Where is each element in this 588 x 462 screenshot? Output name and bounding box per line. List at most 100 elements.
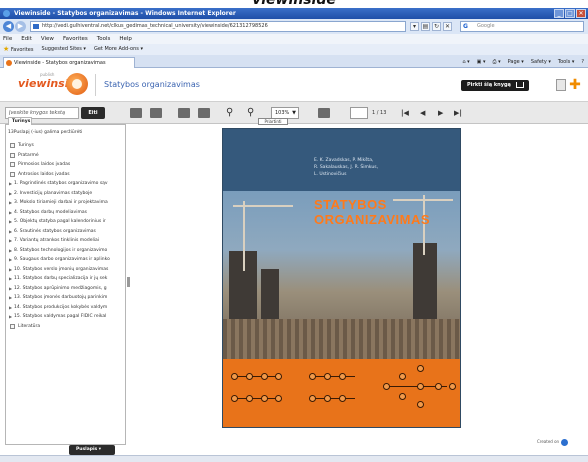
toc-item[interactable]: ▶ 3. Mokslo tiriamieji darbai ir projekta… bbox=[6, 198, 127, 208]
toc-item[interactable]: ▶ 13. Statybos įmonės darbuotojų parinkim bbox=[6, 293, 127, 303]
toc-item-label: 12. Statybos aprūpinimo medžiagomis, g bbox=[14, 285, 107, 291]
tab-contents[interactable]: Turinys bbox=[8, 117, 32, 125]
forward-button[interactable]: ▶ bbox=[15, 21, 26, 32]
zoom-out-icon[interactable]: ⚲ bbox=[247, 106, 254, 120]
feeds-icon[interactable]: ▣ ▾ bbox=[477, 57, 486, 67]
address-bar[interactable]: http://vedi.gulhiventral.net/clkus_gedim… bbox=[30, 21, 406, 32]
expand-arrow-icon: ▶ bbox=[9, 304, 13, 310]
toc-item[interactable]: ▶ 1. Pagrindinės statybos organizavimo są… bbox=[6, 179, 127, 189]
prev-page-icon[interactable]: ◀ bbox=[420, 108, 425, 118]
buy-book-button[interactable]: Pirkti šią knygą bbox=[461, 80, 529, 91]
close-button[interactable]: ✕ bbox=[576, 9, 586, 18]
browser-search-input[interactable]: G Google bbox=[460, 21, 584, 32]
created-on-badge[interactable]: Created on bbox=[537, 438, 569, 446]
search-go-button[interactable]: Eiti bbox=[81, 107, 105, 119]
diagram-edge bbox=[311, 376, 355, 377]
diagram-node bbox=[231, 373, 238, 380]
book-title-line: STATYBOS bbox=[314, 197, 387, 212]
diagram-edge bbox=[233, 376, 277, 377]
toc-item[interactable]: ▶ 9. Saugaus darbo organizavimas ir aplin… bbox=[6, 255, 127, 265]
ie-icon bbox=[3, 10, 10, 17]
toc-item[interactable]: Literatūra bbox=[6, 322, 127, 332]
addons-link[interactable]: Get More Add-ons ▾ bbox=[94, 44, 143, 55]
fit-width-icon[interactable] bbox=[198, 108, 210, 118]
help-icon[interactable]: ? bbox=[581, 57, 584, 67]
toc-item[interactable]: ▶ 10. Statybos verslo įmonių organizavima… bbox=[6, 265, 127, 275]
toc-item[interactable]: ▶ 6. Srautinės statybos organizavimas bbox=[6, 227, 127, 237]
toc-item-label: Antrosios laidos įvadas bbox=[18, 171, 70, 177]
menu-view[interactable]: View bbox=[41, 34, 54, 44]
toc-item[interactable]: ▶ 2. Investicijų planavimas statyboje bbox=[6, 189, 127, 199]
window-title: Viewinside - Statybos organizavimas - Wi… bbox=[14, 10, 236, 17]
menu-edit[interactable]: Edit bbox=[21, 34, 32, 44]
double-page-icon[interactable] bbox=[150, 108, 162, 118]
expand-arrow-icon: ▶ bbox=[9, 209, 13, 215]
bookmark-icon[interactable] bbox=[556, 79, 566, 91]
toc-item[interactable]: ▶ 7. Variantų atrankos tinklinis modeliai bbox=[6, 236, 127, 246]
cart-icon bbox=[516, 82, 524, 88]
rebar-ground bbox=[223, 319, 460, 359]
thumbnails-icon[interactable] bbox=[318, 108, 330, 118]
expand-arrow-icon: ▶ bbox=[9, 314, 13, 319]
diagram-node bbox=[417, 383, 424, 390]
toc-item[interactable]: Turinys bbox=[6, 141, 127, 151]
menu-favorites[interactable]: Favorites bbox=[63, 34, 88, 44]
toc-item[interactable]: ▶ 4. Statybos darbų modeliavimas bbox=[6, 208, 127, 218]
expand-arrow-icon: ▶ bbox=[9, 247, 13, 253]
add-icon[interactable]: ✚ bbox=[568, 78, 582, 92]
command-bar: ⌂ ▾ ▣ ▾ ⎙ ▾ Page ▾ Safety ▾ Tools ▾ ? bbox=[462, 57, 584, 67]
compat-icon[interactable]: ▤ bbox=[421, 22, 430, 31]
toc-item[interactable]: ▶ 12. Statybos aprūpinimo medžiagomis, g bbox=[6, 284, 127, 294]
diagram-node bbox=[261, 395, 268, 402]
toc-item[interactable]: ▶ 8. Statybos technologijos ir organizavi… bbox=[6, 246, 127, 256]
dropdown-icon[interactable]: ▾ bbox=[410, 22, 419, 31]
page-number-input[interactable] bbox=[350, 107, 368, 119]
diagram-edge bbox=[233, 398, 277, 399]
page-menu[interactable]: Page ▾ bbox=[508, 57, 524, 67]
toc-item-label: 15. Statybos valdymas pagal FIDIC reikal bbox=[14, 314, 107, 319]
menu-file[interactable]: File bbox=[3, 34, 12, 44]
toc-item[interactable]: ▶ 15. Statybos valdymas pagal FIDIC reika… bbox=[6, 312, 127, 322]
sidebar-collapse-handle[interactable] bbox=[127, 277, 130, 287]
print-icon[interactable]: ⎙ ▾ bbox=[493, 57, 501, 67]
last-page-icon[interactable]: ▶| bbox=[454, 108, 462, 118]
author-line: E. K. Zavadskas, P. Mikšta, bbox=[314, 158, 374, 163]
browser-search-placeholder: Google bbox=[477, 23, 495, 29]
window-title-bar: Viewinside - Statybos organizavimas - Wi… bbox=[0, 8, 588, 19]
toc-item[interactable]: Pirmosios laidos įvadas bbox=[6, 160, 127, 170]
refresh-icon[interactable]: ↻ bbox=[432, 22, 441, 31]
crane-shape bbox=[233, 205, 293, 207]
diagram-edge bbox=[311, 398, 355, 399]
maximize-button[interactable]: □ bbox=[565, 9, 575, 18]
diagram-node bbox=[309, 373, 316, 380]
book-authors: E. K. Zavadskas, P. Mikšta, R. Sakalausk… bbox=[314, 157, 378, 178]
browser-tab[interactable]: Viewinside - Statybos organizavimas bbox=[3, 57, 135, 68]
safety-menu[interactable]: Safety ▾ bbox=[531, 57, 551, 67]
diagram-node bbox=[449, 383, 456, 390]
diagram-node bbox=[417, 365, 424, 372]
next-page-icon[interactable]: ▶ bbox=[438, 108, 443, 118]
zoom-in-icon[interactable]: ⚲ bbox=[226, 106, 233, 120]
toc-item[interactable]: ▶ 5. Objektų statyba pagal kalendorinius … bbox=[6, 217, 127, 227]
menu-help[interactable]: Help bbox=[119, 34, 132, 44]
toc-item[interactable]: ▶ 14. Statybos produkcijos kokybės valdym bbox=[6, 303, 127, 313]
first-page-icon[interactable]: |◀ bbox=[401, 108, 409, 118]
toc-item[interactable]: ▶ 11. Statybos darbų specializacija ir jų… bbox=[6, 274, 127, 284]
favorites-button[interactable]: ★ Favorites bbox=[3, 44, 33, 55]
expand-arrow-icon: ▶ bbox=[9, 181, 13, 186]
fit-page-icon[interactable] bbox=[178, 108, 190, 118]
back-button[interactable]: ◀ bbox=[3, 21, 14, 32]
menu-tools[interactable]: Tools bbox=[97, 34, 111, 44]
tools-menu[interactable]: Tools ▾ bbox=[558, 57, 574, 67]
sidebar-footer: Puslapis ▾ bbox=[5, 445, 126, 455]
stop-icon[interactable]: ✕ bbox=[443, 22, 452, 31]
toc-list: Turinys Pratarmė Pirmosios laidos įvadas An… bbox=[6, 141, 127, 331]
home-icon[interactable]: ⌂ ▾ bbox=[462, 57, 469, 67]
toc-item[interactable]: Pratarmė bbox=[6, 151, 127, 161]
single-page-icon[interactable] bbox=[130, 108, 142, 118]
viewer-toolbar: Įveskite knygos tekstą Eiti ⚲ ⚲ 103% ▼ 1 … bbox=[0, 102, 588, 124]
minimize-button[interactable]: _ bbox=[554, 9, 564, 18]
toc-item[interactable]: Antrosios laidos įvadas bbox=[6, 170, 127, 180]
suggested-sites-link[interactable]: Suggested Sites ▾ bbox=[41, 44, 85, 55]
page-select-button[interactable]: Puslapis ▾ bbox=[69, 445, 115, 455]
